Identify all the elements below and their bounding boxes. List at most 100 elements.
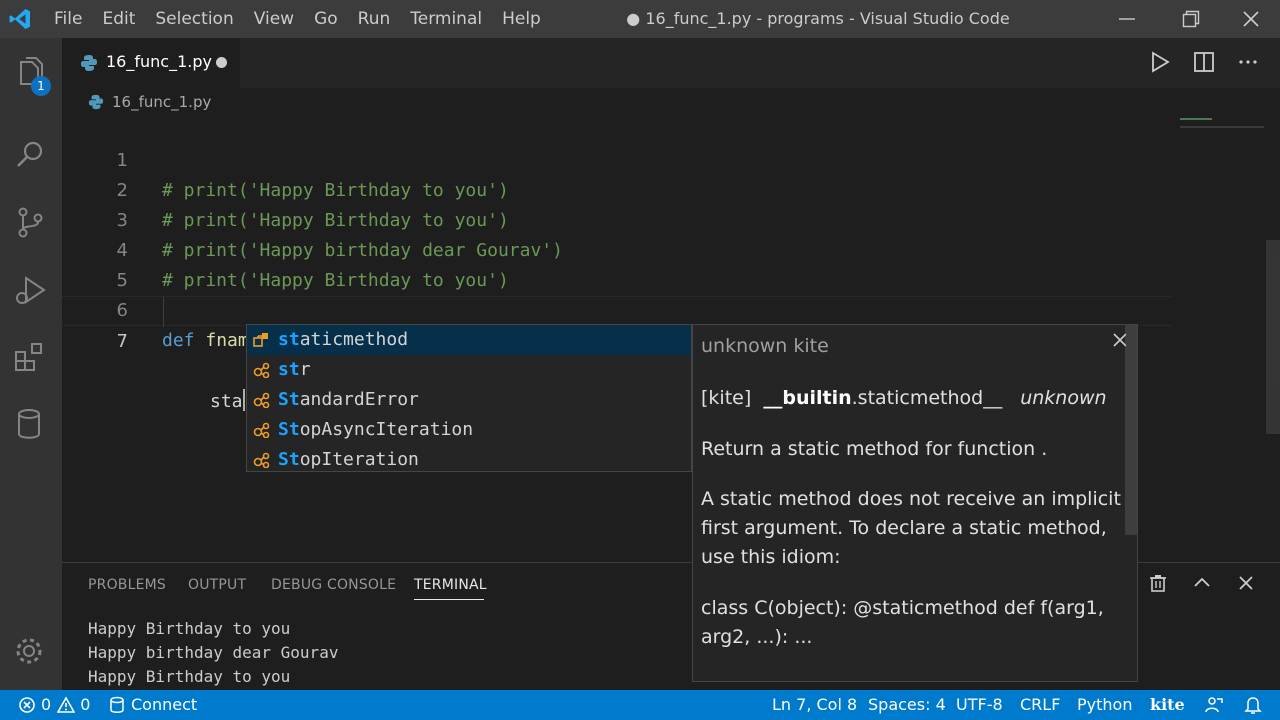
tab-terminal[interactable]: TERMINAL [414,577,487,593]
suggestion-item[interactable]: staticmethod [247,325,691,355]
minimap[interactable] [1180,118,1212,120]
details-signature: [kite] __builtin.staticmethod__ unknown [701,387,1107,409]
suggestion-match: St [278,419,300,440]
class-symbol-icon [253,422,270,438]
python-file-icon [81,55,97,71]
class-symbol-icon [253,362,270,378]
eol-status[interactable]: CRLF [1020,690,1060,720]
class-symbol-icon [253,452,270,468]
tab-16-func-1[interactable]: 16_func_1.py [62,38,240,88]
problems-status[interactable]: 0 0 [18,690,90,720]
kite-status[interactable]: kite [1150,690,1185,720]
details-paragraph: class C(object): @staticmethod def f(arg… [701,597,1104,648]
suggest-details: unknown kite [kite] __builtin.staticmeth… [692,324,1138,682]
indentation-status[interactable]: Spaces: 4 [868,690,946,720]
source-control-button[interactable] [0,192,62,250]
run-file-button[interactable] [1148,50,1176,76]
cursor-position[interactable]: Ln 7, Col 8 [772,690,857,720]
breadcrumb[interactable]: 16_func_1.py [88,90,211,114]
split-editor-button[interactable] [1192,50,1220,76]
database-button[interactable] [0,394,62,452]
suggestion-match: St [278,389,300,410]
menu-terminal[interactable]: Terminal [400,0,492,38]
menu-run[interactable]: Run [348,0,401,38]
details-paragraph: Return a static method for function . [701,438,1048,460]
restore-button[interactable] [1162,0,1220,38]
suggestion-item[interactable]: StopAsyncIteration [247,415,691,445]
indent-guide [163,297,164,327]
maximize-panel-button[interactable] [1192,573,1216,597]
menu-selection[interactable]: Selection [145,0,243,38]
database-icon [110,696,124,713]
tab-output[interactable]: OUTPUT [188,577,246,593]
close-window-button[interactable] [1222,0,1280,38]
suggestion-rest: opIteration [299,449,419,470]
menu-go[interactable]: Go [304,0,348,38]
suggestion-rest: aticmethod [299,329,409,350]
menu-edit[interactable]: Edit [92,0,145,38]
title-bar: File Edit Selection View Go Run Terminal… [0,0,1280,38]
more-actions-button[interactable] [1236,50,1264,76]
feedback-icon [1205,697,1223,713]
suggestion-item[interactable]: StopIteration [247,445,691,475]
feedback-button[interactable] [1204,690,1229,720]
chevron-up-icon [1194,577,1210,587]
close-panel-button[interactable] [1236,573,1260,597]
code-line[interactable]: 3 # print('Happy birthday dear Gourav') [62,176,1172,261]
code-line[interactable]: 6 def fname(parameters): [62,266,1172,351]
search-icon [17,141,43,167]
tab-label: 16_func_1.py [106,52,212,71]
menu-view[interactable]: View [244,0,304,38]
tab-problems[interactable]: PROBLEMS [88,577,166,593]
extensions-button[interactable] [0,326,62,384]
tab-debug-console[interactable]: DEBUG CONSOLE [271,577,396,593]
menu-help[interactable]: Help [492,0,551,38]
run-debug-button[interactable] [0,260,62,318]
connect-label: Connect [131,695,198,714]
manage-button[interactable] [0,622,62,680]
minimap-cursor-line [1180,126,1264,128]
source-control-icon [18,207,43,238]
connect-status[interactable]: Connect [108,690,197,720]
code-line[interactable]: 4 # print('Happy Birthday to you') [62,206,1172,291]
language-status[interactable]: Python [1077,690,1132,720]
sig-rest: .staticmethod__ [851,387,1003,409]
settings-gear-icon [16,638,42,664]
code-line[interactable]: 5 [62,236,1172,291]
minimize-button[interactable] [1098,0,1156,38]
suggestion-item[interactable]: str [247,355,691,385]
details-scrollbar[interactable] [1125,325,1137,535]
terminal-line: Happy birthday dear Gourav [88,643,339,662]
suggest-widget: staticmethod str StandardError StopAsync… [246,324,692,472]
database-icon [18,409,40,439]
python-file-icon [88,94,104,110]
restore-icon [1182,10,1200,28]
vscode-logo-icon [9,9,30,29]
menu-file[interactable]: File [44,0,92,38]
explorer-button[interactable]: 1 [0,42,62,100]
menu-bar: File Edit Selection View Go Run Terminal… [44,0,551,38]
suggestion-item[interactable]: StandardError [247,385,691,415]
minimize-icon [1119,18,1135,20]
kill-terminal-button[interactable] [1148,573,1172,597]
encoding-status[interactable]: UTF-8 [956,690,1003,720]
suggestion-match: St [278,449,300,470]
error-icon [19,697,35,713]
notifications-button[interactable] [1244,690,1267,720]
keyword-def: def [162,330,195,351]
class-symbol-icon [253,333,268,347]
sig-type: unknown [1020,387,1107,409]
breadcrumb-file[interactable]: 16_func_1.py [112,93,211,111]
code-line[interactable]: 1 # print('Happy Birthday to you') [62,116,1172,201]
editor-scrollbar[interactable] [1266,240,1280,434]
sig-prefix: [kite] [701,387,752,409]
bell-icon [1244,697,1262,714]
code-line[interactable]: 2 # print('Happy Birthday to you') [62,146,1172,231]
status-bar: 0 0 Connect Ln 7, Col 8 Spaces: 4 UTF-8 … [0,690,1280,720]
suggestion-rest: opAsyncIteration [299,419,474,440]
unsaved-dot-icon[interactable] [216,57,227,68]
code-line-current[interactable]: 7 sta [62,296,1172,412]
close-icon [1243,11,1259,27]
search-view-button[interactable] [0,124,62,182]
close-icon [1239,576,1253,590]
